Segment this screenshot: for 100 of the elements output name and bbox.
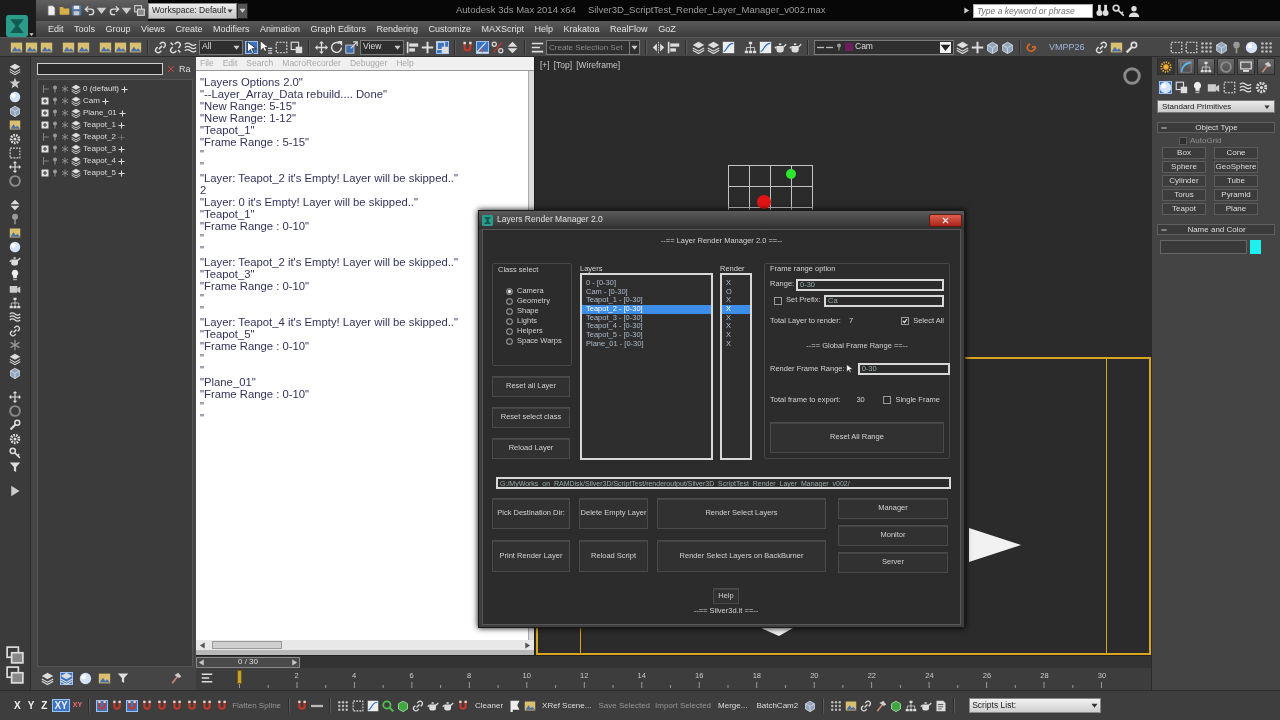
image-icon[interactable] bbox=[845, 699, 858, 712]
snowflake-icon[interactable] bbox=[61, 97, 69, 105]
dashed-square-icon[interactable] bbox=[275, 40, 288, 54]
menu-item[interactable]: Help bbox=[534, 23, 554, 35]
curve-graph-icon[interactable] bbox=[367, 699, 380, 712]
save-icon[interactable] bbox=[71, 5, 82, 16]
hammer-icon[interactable] bbox=[170, 672, 182, 684]
expand-icon[interactable] bbox=[41, 121, 49, 129]
dashed-square-icon[interactable] bbox=[1223, 81, 1236, 94]
menu-item[interactable]: Edit bbox=[48, 23, 64, 35]
spinner-icon[interactable] bbox=[9, 199, 21, 211]
magnet-icon[interactable] bbox=[216, 699, 229, 712]
radio-button[interactable] bbox=[506, 298, 513, 306]
move-icon[interactable] bbox=[315, 40, 328, 54]
cube-icon[interactable] bbox=[986, 40, 999, 54]
dashed-square-icon[interactable] bbox=[1170, 40, 1183, 54]
menu-item[interactable]: Rendering bbox=[376, 23, 419, 35]
image-icon[interactable] bbox=[9, 227, 21, 239]
camera-icon[interactable] bbox=[9, 283, 21, 295]
pin-icon[interactable] bbox=[51, 109, 59, 117]
axis-button[interactable]: Y bbox=[25, 699, 37, 712]
magnet-icon[interactable] bbox=[186, 699, 199, 712]
dot-grid-icon[interactable] bbox=[1200, 40, 1213, 54]
primitive-button[interactable]: Cylinder bbox=[1162, 175, 1206, 187]
square-dots-icon[interactable] bbox=[290, 40, 303, 54]
layer-name[interactable]: Teapot_1 bbox=[83, 120, 116, 130]
snowflake-icon[interactable] bbox=[61, 133, 69, 141]
image-icon[interactable] bbox=[77, 40, 90, 54]
layers-icon[interactable] bbox=[9, 63, 21, 75]
toolbar-label[interactable]: BatchCam2 bbox=[756, 700, 799, 711]
layers-icon[interactable] bbox=[956, 40, 969, 54]
cube-icon[interactable] bbox=[1215, 40, 1228, 54]
layers-icon[interactable] bbox=[71, 156, 81, 166]
magnet-icon[interactable] bbox=[461, 40, 474, 54]
teapot-icon[interactable] bbox=[427, 699, 440, 712]
curve-graph-icon[interactable] bbox=[759, 40, 772, 54]
teapot-icon[interactable] bbox=[9, 255, 21, 267]
dashed-square-icon[interactable] bbox=[352, 699, 365, 712]
image-icon[interactable] bbox=[99, 40, 112, 54]
toolbar-label[interactable]: XRef Scene... bbox=[542, 700, 592, 711]
snowflake-icon[interactable] bbox=[61, 109, 69, 117]
wave-icon[interactable] bbox=[1239, 81, 1252, 94]
primitive-button[interactable]: Sphere bbox=[1162, 161, 1206, 173]
viewport-label[interactable]: [Wireframe] bbox=[576, 61, 621, 71]
menu-item[interactable]: Create bbox=[175, 23, 203, 35]
menu-item[interactable]: Customize bbox=[428, 23, 472, 35]
layers-icon[interactable] bbox=[9, 353, 21, 365]
layers-icon[interactable] bbox=[707, 40, 720, 54]
sphere-icon[interactable] bbox=[1245, 40, 1258, 54]
dot-grid-icon[interactable] bbox=[337, 699, 350, 712]
toolbar-label[interactable]: Merge... bbox=[718, 700, 748, 711]
magnifier-icon[interactable] bbox=[382, 699, 395, 712]
magnet-icon[interactable] bbox=[126, 699, 139, 712]
pin-icon[interactable] bbox=[51, 145, 59, 153]
wrench-icon[interactable] bbox=[1124, 40, 1138, 54]
menu-item[interactable]: Group bbox=[105, 23, 131, 35]
lines-icon[interactable] bbox=[531, 40, 544, 54]
panel-tab[interactable] bbox=[1197, 58, 1215, 75]
layer-name[interactable]: Teapot_5 bbox=[83, 168, 116, 178]
binoculars-icon[interactable] bbox=[1096, 4, 1109, 17]
pin-icon[interactable] bbox=[9, 213, 21, 225]
radio-button[interactable] bbox=[506, 328, 513, 336]
hierarchy-icon[interactable] bbox=[9, 297, 21, 309]
snowflake-icon[interactable] bbox=[9, 339, 21, 351]
folder-icon[interactable] bbox=[58, 5, 70, 16]
radio-button[interactable] bbox=[506, 318, 513, 326]
gear-icon[interactable] bbox=[9, 433, 21, 445]
panel-tab[interactable] bbox=[1157, 58, 1175, 75]
undo-icon[interactable] bbox=[83, 5, 95, 16]
layer-name[interactable]: Teapot_3 bbox=[83, 144, 116, 154]
image-icon[interactable] bbox=[98, 671, 111, 685]
gear-icon[interactable] bbox=[1255, 81, 1268, 94]
menu-item[interactable]: MAXScript bbox=[481, 23, 525, 35]
link-icon[interactable] bbox=[154, 40, 167, 54]
teapot-icon[interactable] bbox=[789, 40, 802, 54]
key-icon[interactable] bbox=[9, 447, 21, 459]
image-icon[interactable] bbox=[129, 40, 142, 54]
time-slider-thumb[interactable]: 0 / 30 bbox=[196, 656, 300, 668]
link-icon[interactable] bbox=[1094, 40, 1108, 54]
toolbar-label[interactable]: Cleaner bbox=[475, 700, 504, 711]
menu-item[interactable]: Tools bbox=[74, 23, 96, 35]
sphere-icon[interactable] bbox=[79, 671, 92, 685]
teapot-icon[interactable] bbox=[442, 699, 455, 712]
layers-icon[interactable] bbox=[71, 120, 81, 130]
cube-icon[interactable] bbox=[9, 105, 21, 117]
primitive-button[interactable]: Cone bbox=[1214, 147, 1258, 159]
window-stack-icon[interactable] bbox=[6, 646, 24, 664]
search-field[interactable] bbox=[37, 63, 163, 75]
menu-item[interactable]: Modifiers bbox=[212, 23, 250, 35]
layers-icon[interactable] bbox=[71, 168, 81, 178]
workspace-dropdown[interactable]: Workspace: Default bbox=[148, 2, 237, 19]
percent-icon[interactable] bbox=[491, 40, 504, 54]
lines-icon[interactable] bbox=[201, 672, 213, 684]
gear-icon[interactable] bbox=[9, 133, 21, 145]
expand-icon[interactable] bbox=[41, 145, 49, 153]
viewport-label[interactable]: [+] bbox=[540, 61, 550, 71]
layer-dropdown[interactable]: Cam bbox=[814, 39, 954, 55]
magnet-icon[interactable] bbox=[111, 699, 124, 712]
scripts-list-dropdown[interactable]: Scripts List: bbox=[969, 698, 1102, 713]
cursor-list-icon[interactable] bbox=[260, 40, 273, 54]
